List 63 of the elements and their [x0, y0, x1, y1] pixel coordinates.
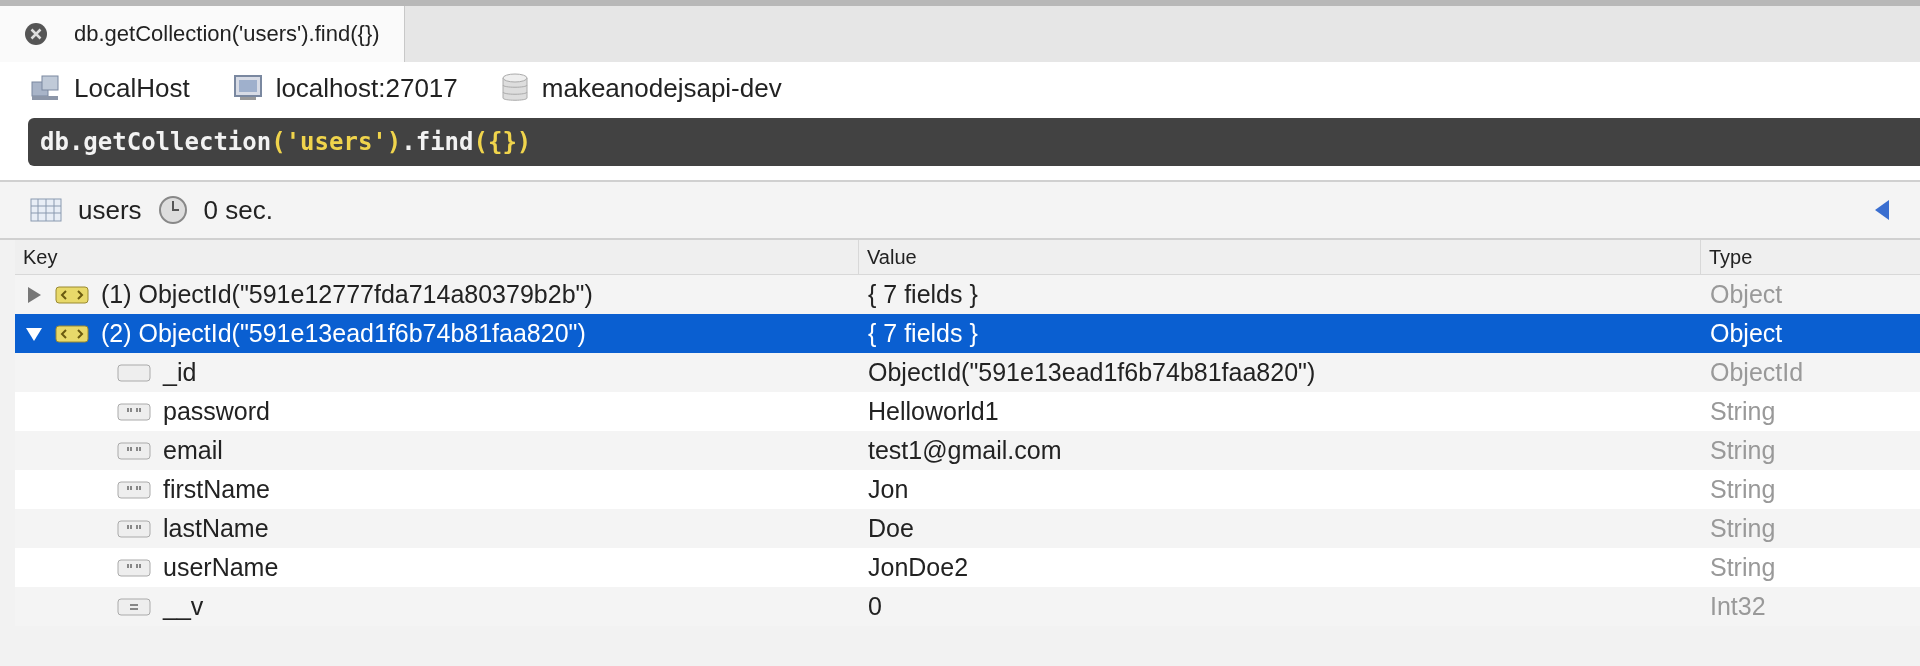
tree-row[interactable]: firstName Jon String [15, 470, 1920, 509]
previous-icon[interactable] [1874, 199, 1890, 221]
close-icon[interactable] [24, 22, 48, 46]
query-time: 0 sec. [203, 194, 273, 226]
key-text: password [163, 397, 270, 426]
key-text: lastName [163, 514, 269, 543]
collection-name: users [78, 194, 142, 226]
collapsed-icon[interactable] [25, 285, 43, 304]
tree-row[interactable]: _id ObjectId("591e13ead1f6b74b81faa820") ObjectId [15, 353, 1920, 392]
type-text: String [1709, 397, 1777, 426]
type-text: ObjectId [1709, 358, 1805, 387]
document-icon [55, 284, 89, 305]
computers-icon [30, 74, 60, 102]
field-icon [117, 362, 151, 383]
tree-row[interactable]: __v 0 Int32 [15, 587, 1920, 626]
quotes-icon [117, 557, 151, 578]
key-text: (1) ObjectId("591e12777fda714a80379b2b") [101, 280, 593, 309]
value-text: 0 [867, 592, 883, 621]
value-text: test1@gmail.com [867, 436, 1063, 465]
quotes-icon [117, 518, 151, 539]
tree-row[interactable]: userName JonDoe2 String [15, 548, 1920, 587]
value-text: { 7 fields } [867, 319, 979, 348]
table-icon [30, 198, 62, 222]
query-tab[interactable]: db.getCollection('users').find({}) [0, 6, 405, 62]
number-icon [117, 596, 151, 617]
tree-row[interactable]: lastName Doe String [15, 509, 1920, 548]
tree-row[interactable]: email test1@gmail.com String [15, 431, 1920, 470]
monitor-icon [233, 75, 262, 101]
value-text: ObjectId("591e13ead1f6b74b81faa820") [867, 358, 1317, 387]
quotes-icon [117, 479, 151, 500]
clock-icon [157, 195, 188, 225]
type-text: String [1709, 553, 1777, 582]
key-text: _id [163, 358, 197, 387]
tree-row[interactable]: (2) ObjectId("591e13ead1f6b74b81faa820") { 7 fields } Object [15, 314, 1920, 353]
value-text: JonDoe2 [867, 553, 970, 582]
server-address: localhost:27017 [275, 72, 458, 104]
tree-row[interactable]: (1) ObjectId("591e12777fda714a80379b2b") { 7 fields } Object [15, 275, 1920, 314]
type-text: String [1709, 475, 1777, 504]
type-text: String [1709, 514, 1777, 543]
key-text: __v [163, 592, 204, 621]
key-text: email [163, 436, 223, 465]
type-text: Object [1709, 280, 1784, 309]
database-icon [501, 73, 528, 103]
key-text: userName [163, 553, 279, 582]
document-icon [55, 323, 89, 344]
column-header[interactable]: Value [858, 240, 1700, 274]
value-text: Jon [867, 475, 910, 504]
quotes-icon [117, 401, 151, 422]
type-text: String [1709, 436, 1777, 465]
value-text: Helloworld1 [867, 397, 1000, 426]
quotes-icon [117, 440, 151, 461]
key-text: (2) ObjectId("591e13ead1f6b74b81faa820") [101, 319, 586, 348]
value-text: { 7 fields } [867, 280, 979, 309]
tree-row[interactable]: password Helloworld1 String [15, 392, 1920, 431]
column-header[interactable]: Type [1700, 240, 1920, 274]
type-text: Object [1709, 319, 1784, 348]
server-name: LocalHost [74, 72, 190, 104]
database-name: makeanodejsapi-dev [541, 72, 782, 104]
type-text: Int32 [1709, 592, 1767, 621]
key-text: firstName [163, 475, 270, 504]
value-text: Doe [867, 514, 915, 543]
query-editor[interactable]: db.getCollection('users').find({}) [28, 118, 1920, 166]
column-header[interactable]: Key [15, 240, 858, 274]
